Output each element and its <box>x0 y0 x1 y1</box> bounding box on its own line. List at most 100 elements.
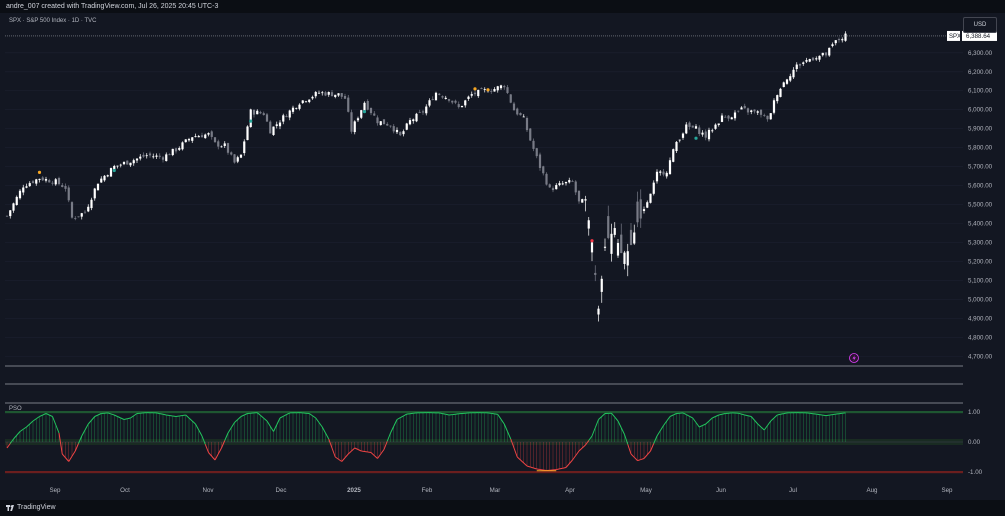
candle <box>116 165 119 169</box>
candle <box>516 107 519 116</box>
candle <box>730 116 733 120</box>
candle <box>168 153 171 156</box>
candle <box>392 124 395 134</box>
candle <box>93 187 96 201</box>
candle <box>324 91 327 97</box>
pso-line-segment <box>179 415 183 417</box>
pso-line-segment <box>523 462 528 467</box>
candle <box>503 84 506 90</box>
pso-line-segment <box>42 413 47 416</box>
price-tick-label: 6,000.00 <box>968 107 993 114</box>
signal-dot-orange <box>473 87 477 91</box>
candle <box>590 241 594 262</box>
candle <box>122 161 126 166</box>
candle <box>824 52 828 58</box>
candle <box>197 134 200 138</box>
pso-line-segment <box>188 417 193 422</box>
pso-line-segment <box>614 416 619 422</box>
candle <box>109 167 113 177</box>
candle <box>808 58 811 63</box>
candle <box>603 238 607 251</box>
pso-line-segment <box>572 455 577 461</box>
candle <box>51 180 54 186</box>
price-tick-label: 5,900.00 <box>968 126 993 133</box>
pso-line-segment <box>439 412 443 415</box>
price-tick-label: 5,600.00 <box>968 183 993 190</box>
pso-line-segment <box>114 414 118 417</box>
candle <box>629 223 633 246</box>
candle <box>239 154 243 159</box>
candle <box>246 125 249 141</box>
pso-line-segment <box>49 414 53 417</box>
pso-line-segment <box>84 423 89 431</box>
candle <box>278 120 282 130</box>
pso-line-segment <box>347 450 352 455</box>
pso-line-segment <box>175 415 180 417</box>
candle <box>711 128 714 133</box>
candle <box>532 138 535 152</box>
pso-line-segment <box>185 414 190 419</box>
candle <box>311 95 314 100</box>
candle <box>194 133 197 138</box>
candle <box>584 195 587 212</box>
candle <box>490 88 493 94</box>
pso-indicator-label[interactable]: PSO <box>9 406 22 412</box>
pso-line-segment <box>692 417 697 423</box>
candle <box>389 125 392 128</box>
pso-line-segment <box>738 412 742 415</box>
candle <box>620 223 623 254</box>
candle <box>366 99 369 111</box>
pso-line-segment <box>491 412 495 415</box>
pso-line-segment <box>71 450 76 457</box>
candle <box>818 55 821 62</box>
pso-line-segment <box>159 413 164 415</box>
candle <box>681 132 685 140</box>
pso-line-segment <box>13 434 18 440</box>
candle <box>685 122 688 135</box>
pso-line-segment <box>361 450 365 452</box>
candle <box>100 176 103 183</box>
candle <box>126 160 129 165</box>
pso-line-segment <box>620 427 625 435</box>
chart-canvas[interactable]: 6,300.00 6,200.00 6,100.00 6,000.00 5,900.00… <box>0 13 1005 500</box>
candle <box>506 84 509 94</box>
candle <box>421 109 425 115</box>
pso-line-segment <box>646 450 651 456</box>
candle <box>249 108 252 128</box>
candle <box>408 117 412 126</box>
pso-line-segment <box>341 457 346 462</box>
symbol-legend[interactable]: SPX · S&P 500 Index · 1D · TVC <box>9 18 96 24</box>
candle <box>207 132 210 137</box>
candle <box>262 111 265 116</box>
candle <box>772 98 776 115</box>
candle <box>87 204 90 213</box>
candle <box>496 85 499 93</box>
pso-line-segment <box>325 432 330 440</box>
pso-line-segment <box>744 414 749 417</box>
candle <box>662 168 665 177</box>
pso-line-segment <box>39 414 43 417</box>
candle <box>191 137 194 143</box>
pso-line-segment <box>715 414 719 417</box>
pso-line-segment <box>357 449 362 452</box>
time-tick-label: Oct <box>120 487 130 494</box>
candle <box>259 110 262 115</box>
pso-line-segment <box>240 414 245 417</box>
pso-line-segment <box>91 416 96 421</box>
candle <box>623 250 626 270</box>
pso-line-segment <box>191 420 196 425</box>
pso-line-segment <box>87 419 92 425</box>
candle <box>460 105 464 108</box>
candle <box>805 57 808 64</box>
candle <box>129 162 132 167</box>
candle <box>668 157 672 175</box>
candle <box>382 119 386 125</box>
candle <box>181 141 184 151</box>
candle <box>438 93 441 96</box>
pso-line-segment <box>630 453 635 458</box>
candle <box>15 195 18 206</box>
currency-button[interactable]: USD <box>963 17 997 33</box>
candle <box>444 95 447 100</box>
symbol-tag-text: SPX <box>949 34 961 40</box>
candle <box>74 216 77 221</box>
